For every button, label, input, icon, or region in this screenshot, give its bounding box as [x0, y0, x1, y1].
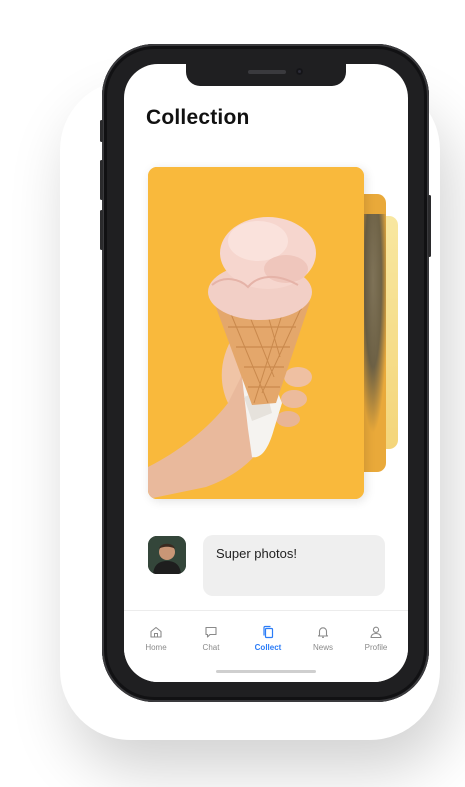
notch: [186, 64, 346, 86]
volume-up-button: [100, 160, 103, 200]
tab-collect-label: Collect: [254, 643, 282, 652]
tab-chat[interactable]: Chat: [183, 625, 239, 659]
tab-home[interactable]: Home: [128, 625, 184, 659]
speaker: [248, 70, 286, 74]
chat-icon: [205, 626, 217, 638]
collect-icon: [263, 625, 274, 639]
page-title: Collection: [146, 106, 250, 129]
tab-home-label: Home: [145, 643, 167, 652]
tab-profile[interactable]: Profile: [348, 625, 404, 659]
tab-chat-label: Chat: [202, 643, 220, 652]
tab-news[interactable]: News: [295, 625, 351, 659]
avatar-portrait-icon: [148, 536, 186, 574]
front-camera: [296, 68, 303, 75]
home-icon: [150, 626, 162, 638]
main-photo-card[interactable]: [148, 167, 364, 499]
silent-switch: [100, 120, 103, 142]
tab-news-label: News: [312, 643, 333, 652]
bell-icon: [317, 627, 329, 638]
comment-bubble[interactable]: Super photos!: [203, 535, 385, 596]
tab-profile-label: Profile: [364, 643, 388, 652]
comment-text: Super photos!: [216, 546, 297, 561]
device-mockup: Collection Super photos! Home Chat Colle…: [0, 0, 465, 787]
user-avatar[interactable]: [148, 536, 186, 574]
power-button: [428, 195, 431, 257]
home-indicator[interactable]: [216, 670, 316, 673]
ice-cream-cone-photo: [148, 167, 364, 499]
phone-screen: Collection Super photos! Home Chat Colle…: [124, 64, 408, 682]
profile-icon: [370, 626, 382, 639]
tab-collect[interactable]: Collect: [240, 625, 296, 659]
volume-down-button: [100, 210, 103, 250]
